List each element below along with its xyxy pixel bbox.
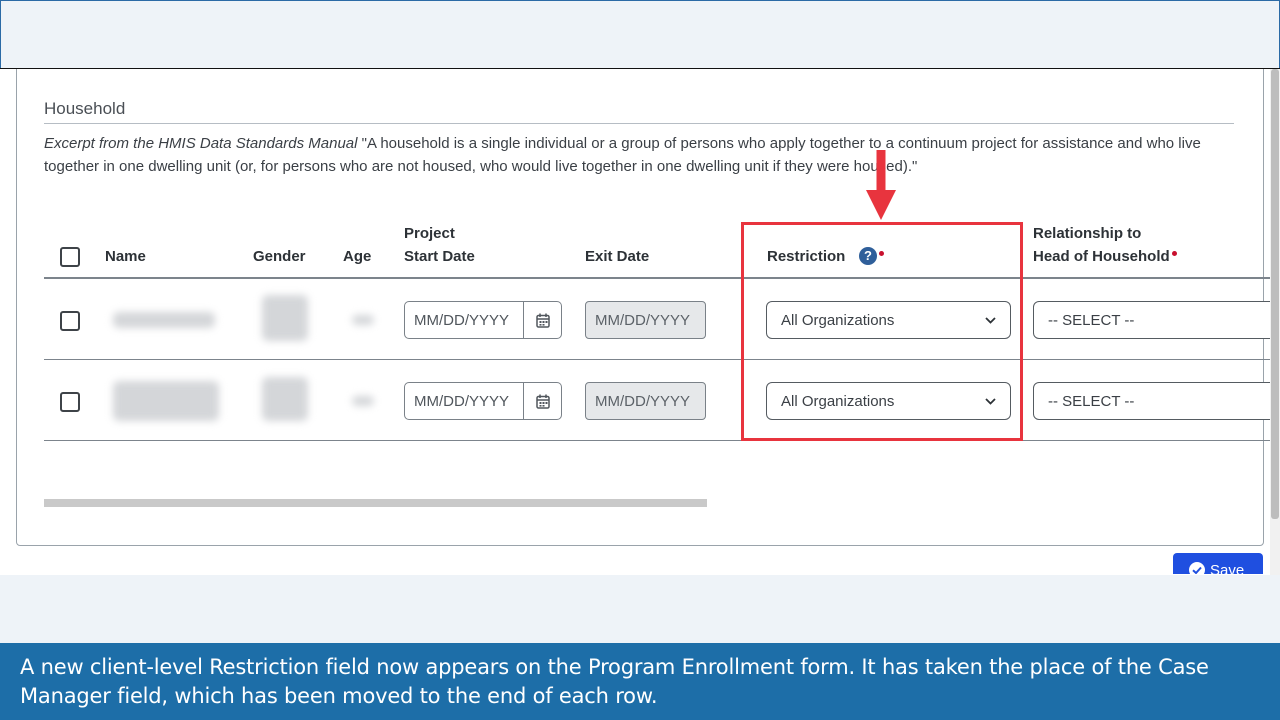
header-exit-date[interactable]: Exit Date (585, 245, 649, 268)
row-divider (44, 440, 1270, 441)
relationship-select[interactable]: -- SELECT -- (1033, 301, 1270, 339)
enrollment-form-screenshot: Household Excerpt from the HMIS Data Sta… (0, 68, 1280, 576)
section-divider (44, 123, 1234, 124)
header-project-start[interactable]: Project Start Date (404, 222, 475, 268)
select-all-checkbox[interactable] (60, 247, 80, 267)
excerpt: Excerpt from the HMIS Data Standards Man… (44, 132, 1244, 178)
check-circle-icon (1189, 562, 1205, 574)
redacted-age (352, 315, 374, 325)
relationship-select-clip: -- SELECT -- (1033, 301, 1270, 339)
save-button-label: Save (1210, 562, 1245, 574)
vertical-scrollbar[interactable] (1270, 69, 1280, 575)
header-age[interactable]: Age (343, 245, 371, 268)
save-button[interactable]: Save (1173, 553, 1263, 574)
relationship-select[interactable]: -- SELECT -- (1033, 382, 1270, 420)
header-divider (44, 277, 1270, 279)
slide-caption: A new client-level Restriction field now… (0, 643, 1280, 720)
header-name[interactable]: Name (105, 245, 146, 268)
project-start-date-input[interactable] (404, 301, 524, 339)
redacted-age (352, 396, 374, 406)
calendar-icon[interactable] (524, 301, 562, 339)
header-relationship-line1: Relationship to (1033, 225, 1142, 242)
header-relationship[interactable]: Relationship to Head of Household (1033, 222, 1170, 268)
redacted-gender (262, 377, 308, 421)
slide-background-strip (0, 575, 1280, 643)
relationship-select-value: -- SELECT -- (1048, 392, 1135, 410)
header-relationship-line2: Head of Household (1033, 248, 1170, 265)
horizontal-scrollbar[interactable] (44, 499, 707, 507)
exit-date-input (585, 301, 706, 339)
restriction-highlight-box (741, 222, 1023, 441)
required-indicator (1172, 251, 1177, 256)
save-button-clip: Save (1173, 553, 1263, 574)
row-checkbox[interactable] (60, 311, 80, 331)
redacted-gender (262, 295, 308, 341)
header-project-start-line1: Project (404, 225, 455, 242)
relationship-select-clip: -- SELECT -- (1033, 382, 1270, 420)
redacted-name (113, 312, 215, 328)
exit-date-input (585, 382, 706, 420)
redacted-name (113, 381, 219, 421)
vertical-scrollbar-thumb[interactable] (1271, 69, 1279, 519)
project-start-date-input[interactable] (404, 382, 524, 420)
callout-arrow-icon (866, 150, 896, 220)
project-start-date-group (404, 382, 562, 420)
relationship-select-value: -- SELECT -- (1048, 311, 1135, 329)
row-divider (44, 359, 1270, 360)
header-project-start-line2: Start Date (404, 248, 475, 265)
section-title: Household (44, 99, 126, 118)
row-checkbox[interactable] (60, 392, 80, 412)
excerpt-label: Excerpt from the HMIS Data Standards Man… (44, 135, 358, 152)
project-start-date-group (404, 301, 562, 339)
calendar-icon[interactable] (524, 382, 562, 420)
header-gender[interactable]: Gender (253, 245, 306, 268)
